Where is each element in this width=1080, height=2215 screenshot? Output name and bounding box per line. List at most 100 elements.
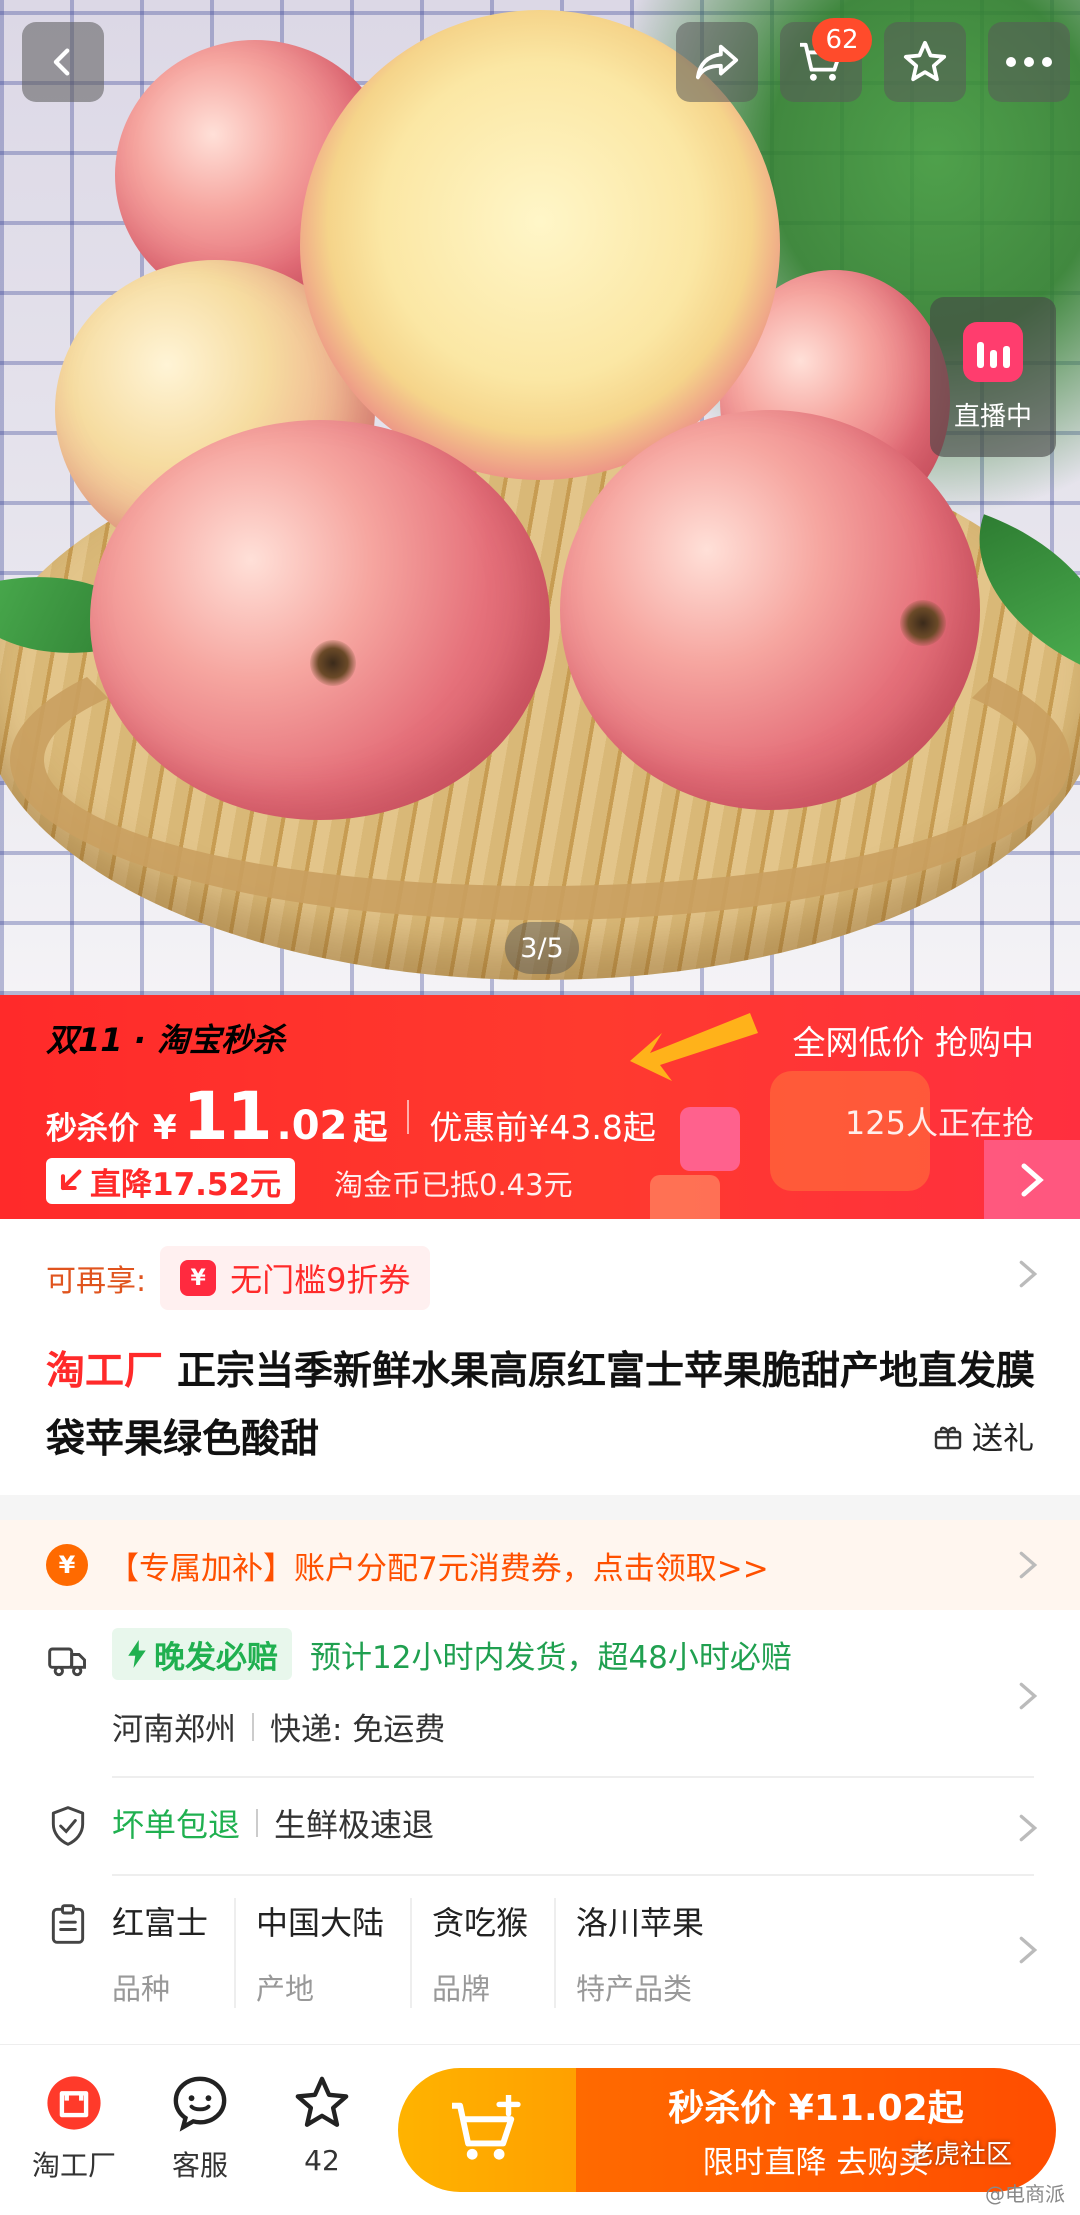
star-icon — [903, 40, 947, 82]
coupon-chip[interactable]: ¥ 无门槛9折券 — [160, 1246, 431, 1310]
attribute-origin: 中国大陆 产地 — [256, 1898, 413, 2008]
lightning-icon — [128, 1640, 146, 1668]
flash-price-row: 秒杀价 ¥ 11.02 起 优惠前¥43.8起 — [46, 1078, 656, 1155]
original-price: 优惠前¥43.8起 — [429, 1108, 656, 1147]
shipping-origin: 河南郑州 快递: 免运费 — [112, 1704, 445, 1749]
promo-chevron-button[interactable] — [984, 1140, 1080, 1220]
apple — [90, 420, 550, 820]
chevron-right-icon — [1021, 1163, 1044, 1197]
cart-count-badge: 62 — [812, 18, 872, 62]
bad-fruit-refund-tag: 坏单包退 — [112, 1806, 241, 1844]
star-outline-icon — [291, 2072, 353, 2134]
coupon-row[interactable]: 可再享: ¥ 无门槛9折券 — [46, 1246, 431, 1310]
attribute-value: 贪吃猴 — [432, 1904, 529, 1942]
divider-bar — [252, 1712, 254, 1741]
subsidy-text: 【专属加补】账户分配7元消费券，点击领取>> — [108, 1550, 769, 1587]
returns-row[interactable]: 坏单包退 生鲜极速退 — [112, 1800, 434, 1846]
add-cart-icon — [452, 2095, 521, 2160]
row-divider — [112, 1776, 1034, 1778]
attribute-category: 洛川苹果 特产品类 — [576, 1898, 730, 2008]
buy-price-label: 秒杀价 ¥11.02起 — [668, 2087, 964, 2129]
promo-brand-label: 双11 · 淘宝秒杀 — [46, 1021, 285, 1059]
live-stream-button[interactable]: 直播中 — [930, 297, 1056, 457]
back-button[interactable] — [22, 22, 104, 102]
coin-discount-note: 淘金币已抵0.43元 — [334, 1168, 573, 1202]
flash-price-label: 秒杀价 — [46, 1111, 139, 1147]
returns-chevron-icon[interactable] — [1018, 1808, 1038, 1854]
row-divider — [112, 1874, 1034, 1876]
add-to-cart-button[interactable] — [398, 2068, 576, 2192]
currency-symbol: ¥ — [153, 1108, 177, 1148]
product-page: 62 直播中 3/5 双11 · 淘宝秒杀 全网低价 抢购中 秒杀价 ¥ 11.… — [0, 0, 1080, 2215]
attribute-value: 红富士 — [112, 1904, 209, 1942]
attribute-variety: 红富士 品种 — [112, 1898, 237, 2008]
late-compensation-label: 晚发必赔 — [154, 1639, 278, 1676]
clipboard-list-icon — [51, 1904, 85, 1944]
share-button[interactable] — [676, 22, 758, 102]
price-separator — [407, 1099, 410, 1134]
favorite-button[interactable] — [884, 22, 966, 102]
buy-action-label: 限时直降 去购买 — [702, 2144, 930, 2181]
origin-location: 河南郑州 — [112, 1712, 236, 1748]
price-drop-label: 直降17.52元 — [90, 1166, 282, 1203]
product-image-gallery[interactable] — [0, 0, 1080, 995]
gift-icon — [934, 1426, 962, 1449]
product-title-text: 正宗当季新鲜水果高原红富士苹果脆甜产地直发膜袋苹果绿色酸甜 — [46, 1349, 1036, 1462]
late-compensation-tag: 晚发必赔 — [112, 1628, 292, 1680]
yen-coin-icon: ¥ — [46, 1544, 88, 1586]
buy-now-button[interactable]: 秒杀价 ¥11.02起 限时直降 去购买 — [576, 2068, 1056, 2192]
attribute-value: 中国大陆 — [256, 1904, 385, 1942]
grab-count-label: 125人正在抢 — [844, 1104, 1034, 1142]
share-icon — [695, 44, 739, 80]
favorites-count-button[interactable]: 42 — [272, 2072, 372, 2177]
attributes-chevron-icon[interactable] — [1018, 1930, 1038, 1976]
attribute-key: 品种 — [112, 1972, 171, 2006]
subsidy-banner[interactable]: ¥ 【专属加补】账户分配7元消费券，点击领取>> — [0, 1520, 1080, 1610]
price-integer: 11 — [182, 1078, 273, 1155]
back-arrow-icon — [53, 48, 70, 76]
shield-check-icon — [51, 1806, 85, 1846]
attribute-brand: 贪吃猴 品牌 — [432, 1898, 557, 2008]
favorites-count: 42 — [304, 2144, 340, 2177]
attribute-key: 品牌 — [432, 1972, 491, 2006]
divider-bar — [256, 1809, 259, 1837]
price-decimal: .02 — [276, 1103, 348, 1149]
live-bars-icon — [963, 321, 1023, 382]
apple-stem — [900, 600, 946, 646]
shipping-row[interactable]: 晚发必赔 预计12小时内发货，超48小时必赔 — [112, 1628, 792, 1680]
shipping-chevron-icon[interactable] — [1018, 1676, 1038, 1722]
attribute-value: 洛川苹果 — [576, 1904, 705, 1942]
coupon-chevron-icon[interactable] — [1018, 1254, 1038, 1300]
live-label: 直播中 — [953, 401, 1032, 432]
attribute-key: 特产品类 — [576, 1972, 693, 2006]
customer-service-button[interactable]: 客服 — [150, 2072, 250, 2184]
purchase-cta[interactable]: 秒杀价 ¥11.02起 限时直降 去购买 — [398, 2068, 1056, 2192]
factory-label: 淘工厂 — [31, 2149, 116, 2182]
product-title: 淘工厂 正宗当季新鲜水果高原红富士苹果脆甜产地直发膜袋苹果绿色酸甜 — [46, 1338, 1046, 1474]
more-button[interactable] — [988, 22, 1070, 102]
fresh-fast-return-label: 生鲜极速退 — [274, 1806, 435, 1844]
service-label: 客服 — [171, 2149, 228, 2182]
express-fee: 快递: 免运费 — [270, 1712, 446, 1748]
cart-button[interactable]: 62 — [780, 18, 872, 102]
gift-button[interactable]: 送礼 — [932, 1413, 1034, 1458]
gift-label: 送礼 — [972, 1421, 1034, 1457]
shop-icon — [43, 2072, 105, 2134]
product-brand-tag: 淘工厂 — [46, 1349, 164, 1394]
price-drop-chip: 直降17.52元 — [46, 1158, 296, 1204]
down-arrow-icon — [60, 1169, 82, 1191]
chat-smile-icon — [169, 2072, 231, 2134]
product-attributes[interactable]: 红富士 品种 中国大陆 产地 贪吃猴 品牌 洛川苹果 特产品类 — [112, 1898, 750, 2008]
watermark-sub: @电商派 — [985, 2182, 1065, 2206]
gallery-pager: 3/5 — [505, 922, 579, 974]
price-suffix: 起 — [353, 1108, 388, 1148]
coupon-yen-icon: ¥ — [180, 1260, 217, 1296]
attribute-key: 产地 — [256, 1972, 315, 2006]
apple-stem — [310, 640, 356, 686]
coupon-chip-label: 无门槛9折券 — [230, 1261, 411, 1299]
coupon-prefix-label: 可再享: — [46, 1264, 147, 1299]
factory-shop-button[interactable]: 淘工厂 — [24, 2072, 124, 2184]
delivery-truck-icon — [48, 1647, 86, 1677]
subsidy-chevron-icon[interactable] — [1018, 1545, 1038, 1591]
promo-low-price-label: 全网低价 抢购中 — [792, 1023, 1035, 1062]
